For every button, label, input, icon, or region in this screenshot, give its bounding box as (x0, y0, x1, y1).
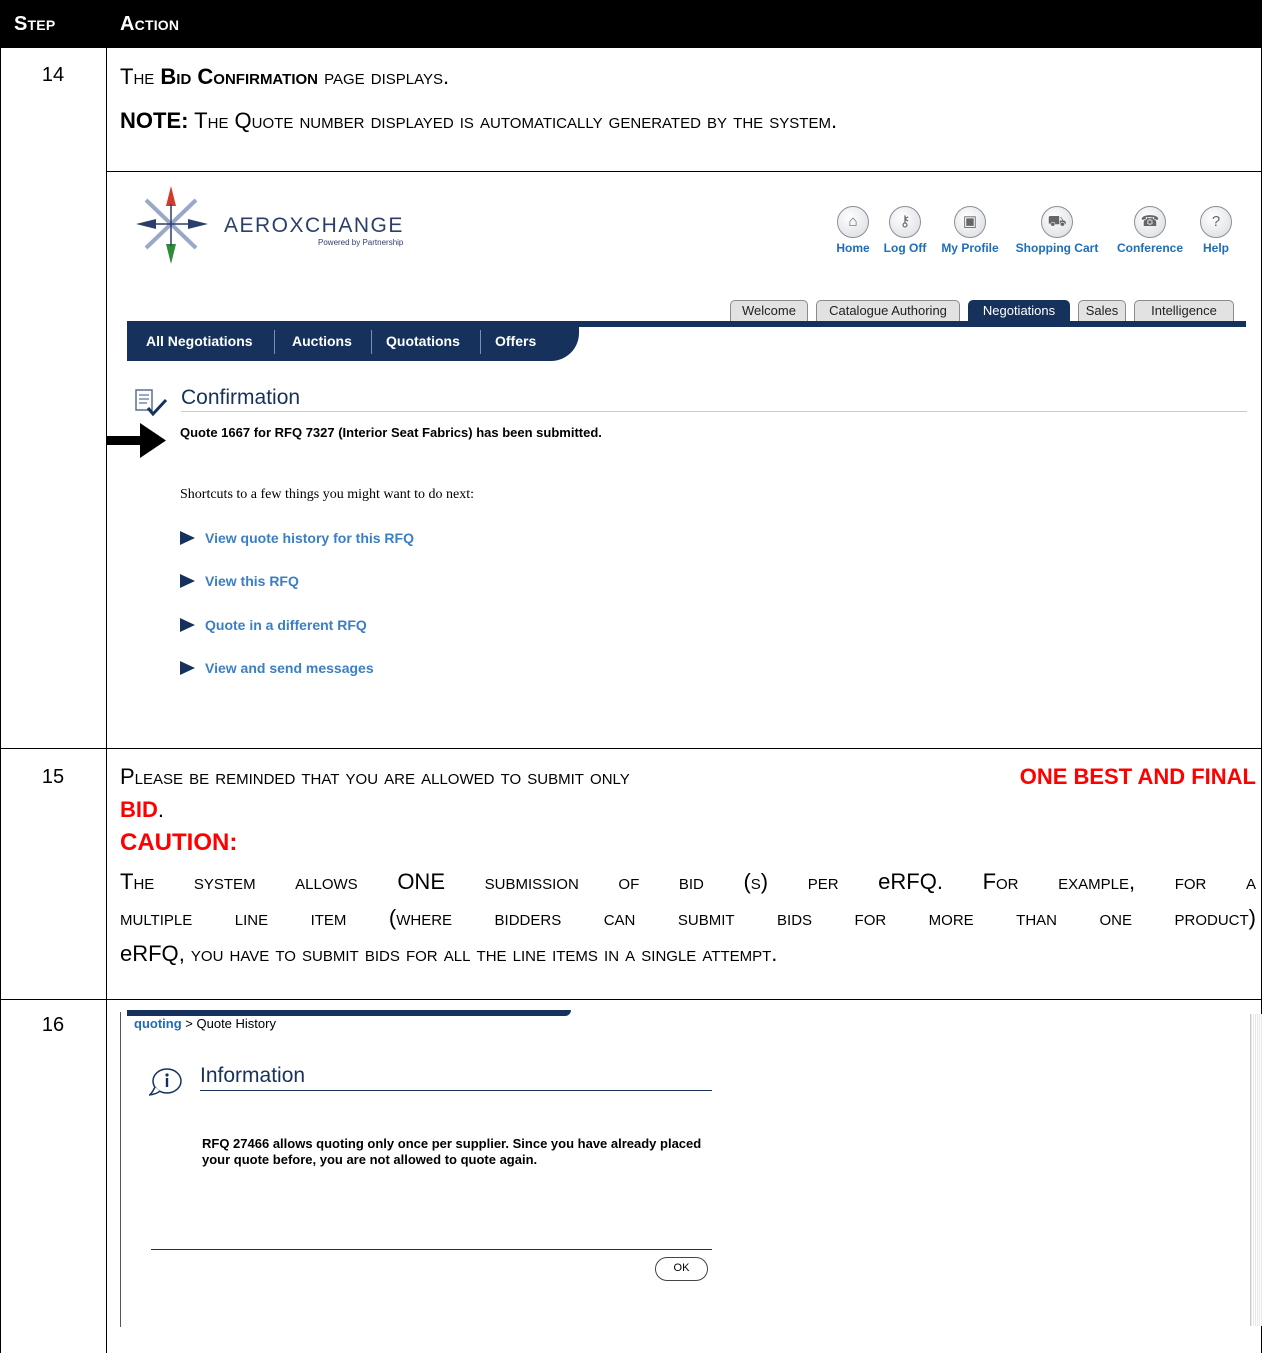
warning-emphasis: ONE BEST AND FINAL (1019, 764, 1256, 789)
triangle-bullet-icon (180, 618, 195, 632)
nav-log-off-label: Log Off (883, 241, 927, 255)
sub-nav: All Negotiations Auctions Quotations Off… (127, 321, 579, 361)
step-15-reminder-cont: BID. (120, 797, 164, 823)
table-border-left (0, 48, 1, 1353)
nav-home[interactable]: ⌂ Home (833, 206, 873, 258)
shortcut-view-quote-history[interactable]: View quote history for this RFQ (180, 530, 414, 548)
table-header: Step Action (0, 0, 1262, 48)
text-run: eRFQ (120, 941, 179, 966)
triangle-bullet-icon (180, 574, 195, 588)
shortcut-label: View and send messages (205, 660, 374, 676)
subtab-auctions[interactable]: Auctions (292, 333, 352, 349)
row-divider (106, 171, 1262, 172)
info-title: Information (200, 1064, 306, 1087)
help-icon: ? (1200, 206, 1232, 238)
step-15-reminder: Please be reminded that you are allowed … (120, 764, 1256, 790)
step-number: 14 (41, 64, 65, 86)
note-text: The Quote number displayed is automatica… (188, 108, 838, 133)
logo-tagline: Powered by Partnership (318, 238, 404, 247)
text-run: . For example, for a (936, 869, 1256, 894)
frame-border (120, 1012, 121, 1327)
nav-my-profile[interactable]: ▣ My Profile (937, 206, 1003, 258)
text-run: , you have to submit bids for all the li… (178, 941, 778, 966)
shortcut-label: View quote history for this RFQ (205, 530, 414, 546)
logo-wordmark: AEROXCHANGE (224, 214, 404, 237)
note-label: NOTE: (120, 108, 189, 133)
shortcut-quote-different-rfq[interactable]: Quote in a different RFQ (180, 617, 367, 635)
step-number: 15 (41, 766, 65, 788)
step-number: 16 (41, 1014, 65, 1036)
shortcut-label: View this RFQ (205, 573, 299, 589)
caution-label: CAUTION: (120, 829, 238, 856)
shortcut-label: Quote in a different RFQ (205, 617, 367, 633)
text-run: The system allows (120, 869, 398, 894)
subtab-separator (480, 330, 481, 354)
ok-button[interactable]: OK (655, 1257, 708, 1281)
tab-catalogue-authoring[interactable]: Catalogue Authoring (816, 300, 960, 322)
text-run: The (120, 64, 161, 89)
tab-sales[interactable]: Sales (1078, 300, 1126, 322)
text-run: . (157, 797, 165, 822)
conference-icon: ☎ (1134, 206, 1166, 238)
action-column-header: Action (120, 13, 180, 35)
nav-conference-label: Conference (1116, 241, 1184, 255)
title-divider (181, 411, 1247, 412)
briefcase-icon: ▣ (954, 206, 986, 238)
breadcrumb: quoting > Quote History (134, 1016, 276, 1031)
breadcrumb-current: Quote History (196, 1016, 276, 1031)
caution-body-line-3: eRFQ, you have to submit bids for all th… (120, 941, 777, 967)
info-icon (148, 1068, 182, 1096)
subtab-separator (371, 330, 372, 354)
tab-intelligence[interactable]: Intelligence (1134, 300, 1234, 322)
subtab-all-negotiations[interactable]: All Negotiations (146, 333, 253, 349)
breadcrumb-link-quoting[interactable]: quoting (134, 1016, 182, 1031)
info-message: RFQ 27466 allows quoting only once per s… (202, 1136, 702, 1167)
subtab-quotations[interactable]: Quotations (386, 333, 460, 349)
page-name-emphasis: Bid Confirmation (160, 64, 318, 89)
home-icon: ⌂ (837, 206, 869, 238)
step-column-header: Step (14, 13, 56, 35)
footer-divider (151, 1249, 712, 1250)
row-divider (0, 748, 1262, 749)
document-check-icon (135, 389, 168, 417)
nav-log-off[interactable]: ⚷ Log Off (880, 206, 930, 258)
warning-emphasis: BID (120, 797, 158, 822)
nav-conference[interactable]: ☎ Conference (1112, 206, 1188, 258)
column-divider (106, 48, 107, 1353)
nav-shopping-cart-label: Shopping Cart (1015, 241, 1099, 255)
confirmation-message: Quote 1667 for RFQ 7327 (Interior Seat F… (180, 425, 602, 440)
info-divider (200, 1090, 712, 1091)
subtab-offers[interactable]: Offers (495, 333, 536, 349)
keys-icon: ⚷ (889, 206, 921, 238)
triangle-bullet-icon (180, 661, 195, 675)
triangle-bullet-icon (180, 531, 195, 545)
tab-welcome[interactable]: Welcome (730, 300, 808, 322)
pointer-arrow-icon (106, 423, 166, 458)
nav-shopping-cart[interactable]: ⛟ Shopping Cart (1012, 206, 1102, 258)
step-14-note: NOTE: The Quote number displayed is auto… (120, 108, 837, 134)
breadcrumb-separator: > (185, 1016, 193, 1031)
text-run: eRFQ (878, 869, 937, 894)
nav-my-profile-label: My Profile (941, 241, 999, 255)
page-title: Confirmation (181, 386, 301, 409)
shortcut-view-send-messages[interactable]: View and send messages (180, 660, 374, 678)
text-run: ONE (397, 869, 445, 894)
text-run: page displays. (318, 64, 450, 89)
text-run: submission of bid (s) per (445, 869, 879, 894)
shortcuts-intro: Shortcuts to a few things you might want… (180, 487, 474, 502)
cart-icon: ⛟ (1041, 206, 1073, 238)
tab-negotiations[interactable]: Negotiations (968, 300, 1070, 322)
caution-body-line-1: The system allows ONE submission of bid … (120, 869, 1256, 895)
scrollbar[interactable] (1250, 1014, 1262, 1326)
nav-home-label: Home (836, 241, 870, 255)
shortcut-view-rfq[interactable]: View this RFQ (180, 573, 299, 591)
subtab-separator (274, 330, 275, 354)
nav-help[interactable]: ? Help (1198, 206, 1234, 258)
step-14-instruction: The Bid Confirmation page displays. (120, 64, 449, 90)
caution-body-line-2: multiple line item (where bidders can su… (120, 905, 1256, 930)
text-run: Please be reminded that you are allowed … (120, 764, 630, 789)
row-divider (0, 999, 1262, 1000)
nav-help-label: Help (1202, 241, 1229, 255)
